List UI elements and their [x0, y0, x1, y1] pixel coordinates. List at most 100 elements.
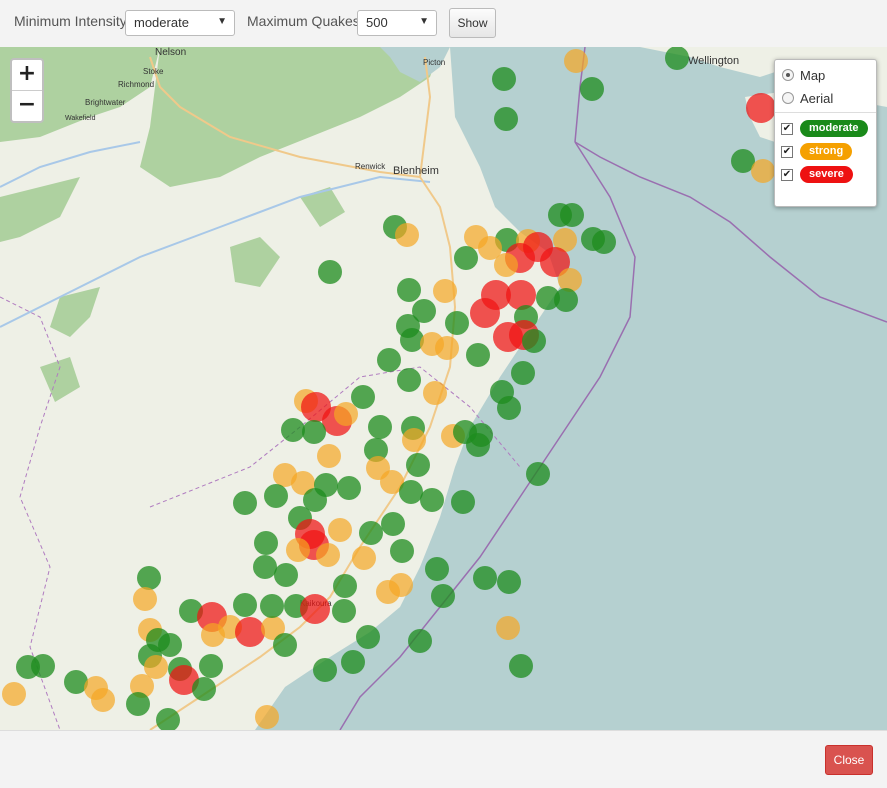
- quake-marker-moderate[interactable]: [445, 311, 469, 335]
- quake-marker-moderate[interactable]: [397, 278, 421, 302]
- quake-marker-moderate[interactable]: [31, 654, 55, 678]
- quake-marker-moderate[interactable]: [497, 570, 521, 594]
- quake-marker-strong[interactable]: [133, 587, 157, 611]
- quake-marker-moderate[interactable]: [318, 260, 342, 284]
- quake-marker-moderate[interactable]: [359, 521, 383, 545]
- min-intensity-select[interactable]: moderate ▼: [125, 10, 235, 36]
- quake-marker-moderate[interactable]: [420, 488, 444, 512]
- quake-marker-moderate[interactable]: [425, 557, 449, 581]
- earthquake-map[interactable]: Nelson Stoke Richmond Brightwater Wakefi…: [0, 47, 887, 730]
- max-quakes-select[interactable]: 500 ▼: [357, 10, 437, 36]
- quake-marker-moderate[interactable]: [451, 490, 475, 514]
- quake-marker-moderate[interactable]: [253, 555, 277, 579]
- quake-marker-moderate[interactable]: [560, 203, 584, 227]
- quake-marker-moderate[interactable]: [126, 692, 150, 716]
- quake-marker-strong[interactable]: [564, 49, 588, 73]
- quake-marker-moderate[interactable]: [356, 625, 380, 649]
- quake-marker-moderate[interactable]: [431, 584, 455, 608]
- checkbox-icon[interactable]: ✔: [781, 122, 793, 135]
- quake-marker-severe[interactable]: [506, 280, 536, 310]
- quake-marker-moderate[interactable]: [397, 368, 421, 392]
- quake-marker-moderate[interactable]: [332, 599, 356, 623]
- quake-marker-moderate[interactable]: [522, 329, 546, 353]
- quake-marker-strong[interactable]: [395, 223, 419, 247]
- zoom-in-button[interactable]: +: [12, 60, 42, 90]
- quake-marker-strong[interactable]: [286, 538, 310, 562]
- checkbox-icon[interactable]: ✔: [781, 145, 793, 158]
- quake-marker-moderate[interactable]: [341, 650, 365, 674]
- quake-marker-severe[interactable]: [235, 617, 265, 647]
- quake-marker-strong[interactable]: [558, 268, 582, 292]
- quake-marker-moderate[interactable]: [592, 230, 616, 254]
- quake-marker-strong[interactable]: [494, 253, 518, 277]
- quake-marker-moderate[interactable]: [497, 396, 521, 420]
- quake-marker-moderate[interactable]: [273, 633, 297, 657]
- quake-marker-moderate[interactable]: [406, 453, 430, 477]
- quake-marker-moderate[interactable]: [526, 462, 550, 486]
- quake-marker-moderate[interactable]: [314, 473, 338, 497]
- overlay-strong[interactable]: ✔ strong: [781, 143, 853, 160]
- quake-marker-moderate[interactable]: [492, 67, 516, 91]
- quake-marker-strong[interactable]: [317, 444, 341, 468]
- quake-marker-moderate[interactable]: [233, 491, 257, 515]
- show-button[interactable]: Show: [449, 8, 496, 38]
- quake-marker-strong[interactable]: [328, 518, 352, 542]
- quake-marker-moderate[interactable]: [511, 361, 535, 385]
- quake-marker-moderate[interactable]: [260, 594, 284, 618]
- quake-marker-moderate[interactable]: [302, 420, 326, 444]
- zoom-out-button[interactable]: −: [12, 90, 42, 121]
- quake-marker-moderate[interactable]: [233, 593, 257, 617]
- quake-marker-strong[interactable]: [751, 159, 775, 183]
- quake-marker-moderate[interactable]: [580, 77, 604, 101]
- overlay-severe[interactable]: ✔ severe: [781, 166, 853, 183]
- quake-marker-moderate[interactable]: [390, 539, 414, 563]
- quake-marker-moderate[interactable]: [313, 658, 337, 682]
- checkbox-icon[interactable]: ✔: [781, 168, 793, 181]
- quake-marker-severe[interactable]: [300, 594, 330, 624]
- base-layer-aerial[interactable]: Aerial: [782, 89, 833, 107]
- quake-marker-moderate[interactable]: [337, 476, 361, 500]
- quake-marker-severe[interactable]: [470, 298, 500, 328]
- quake-marker-moderate[interactable]: [192, 677, 216, 701]
- quake-marker-severe[interactable]: [746, 93, 776, 123]
- radio-icon[interactable]: [782, 69, 794, 81]
- quake-marker-moderate[interactable]: [473, 566, 497, 590]
- close-button[interactable]: Close: [825, 745, 873, 775]
- quake-marker-strong[interactable]: [402, 428, 426, 452]
- quake-marker-strong[interactable]: [2, 682, 26, 706]
- quake-marker-strong[interactable]: [389, 573, 413, 597]
- quake-marker-strong[interactable]: [334, 402, 358, 426]
- quake-marker-moderate[interactable]: [399, 480, 423, 504]
- quake-marker-moderate[interactable]: [377, 348, 401, 372]
- quake-marker-strong[interactable]: [435, 336, 459, 360]
- quake-marker-moderate[interactable]: [199, 654, 223, 678]
- radio-icon[interactable]: [782, 92, 794, 104]
- quake-marker-moderate[interactable]: [408, 629, 432, 653]
- quake-marker-moderate[interactable]: [381, 512, 405, 536]
- quake-marker-strong[interactable]: [255, 705, 279, 729]
- quake-marker-moderate[interactable]: [156, 708, 180, 730]
- quake-marker-moderate[interactable]: [137, 566, 161, 590]
- quake-marker-moderate[interactable]: [368, 415, 392, 439]
- base-layer-map[interactable]: Map: [782, 66, 825, 84]
- quake-marker-moderate[interactable]: [665, 47, 689, 70]
- quake-marker-moderate[interactable]: [494, 107, 518, 131]
- quake-marker-strong[interactable]: [201, 623, 225, 647]
- quake-marker-moderate[interactable]: [264, 484, 288, 508]
- quake-marker-moderate[interactable]: [274, 563, 298, 587]
- overlay-moderate[interactable]: ✔ moderate: [781, 120, 868, 137]
- quake-marker-strong[interactable]: [352, 546, 376, 570]
- quake-marker-moderate[interactable]: [466, 343, 490, 367]
- quake-marker-moderate[interactable]: [509, 654, 533, 678]
- quake-marker-moderate[interactable]: [254, 531, 278, 555]
- quake-marker-moderate[interactable]: [351, 385, 375, 409]
- quake-marker-moderate[interactable]: [454, 246, 478, 270]
- quake-marker-strong[interactable]: [496, 616, 520, 640]
- quake-marker-moderate[interactable]: [400, 328, 424, 352]
- quake-marker-moderate[interactable]: [281, 418, 305, 442]
- quake-marker-moderate[interactable]: [554, 288, 578, 312]
- quake-marker-strong[interactable]: [316, 543, 340, 567]
- quake-marker-moderate[interactable]: [333, 574, 357, 598]
- quake-marker-strong[interactable]: [433, 279, 457, 303]
- quake-marker-moderate[interactable]: [466, 433, 490, 457]
